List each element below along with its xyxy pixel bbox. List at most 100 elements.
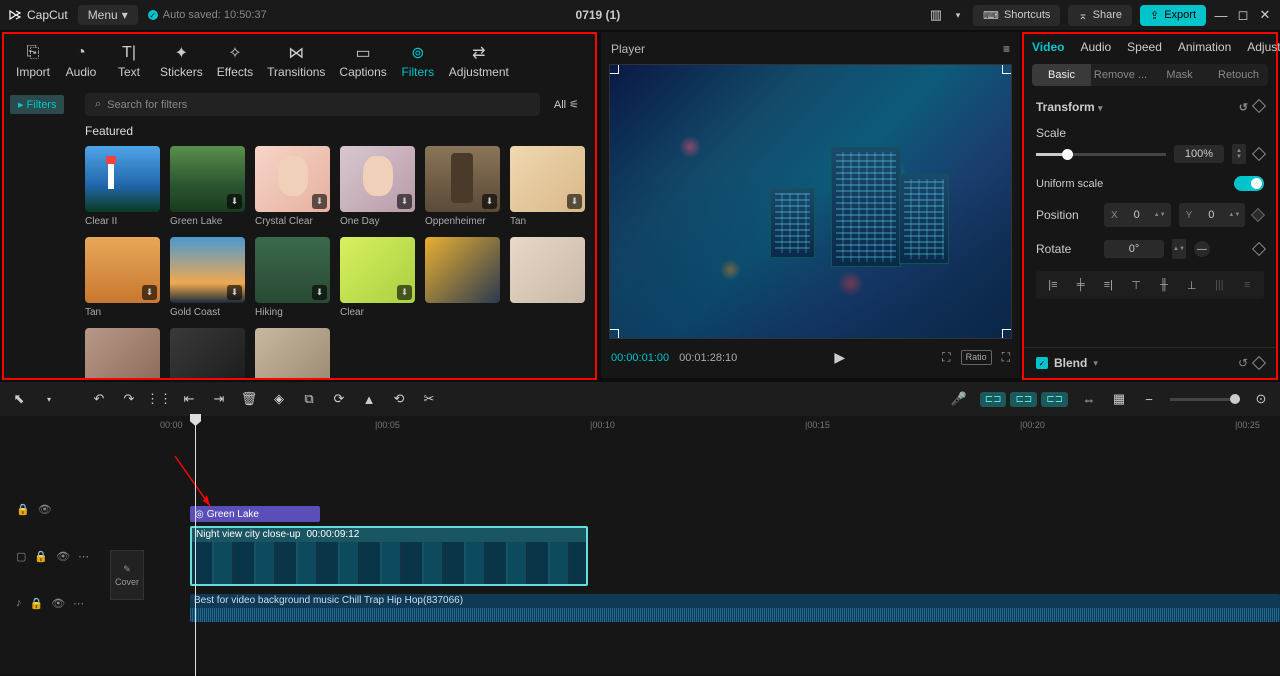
filter-item[interactable]: ⬇One Day (340, 146, 415, 227)
download-icon[interactable]: ⬇ (312, 194, 327, 209)
minimize-icon[interactable]: — (1214, 8, 1228, 22)
prop-tab-animation[interactable]: Animation (1178, 40, 1231, 54)
sub-tab-mask[interactable]: Mask (1150, 64, 1209, 86)
filter-clip[interactable]: ◎ Green Lake (190, 506, 320, 522)
preview-tool[interactable]: ▦ (1110, 390, 1128, 408)
tool-tab-effects[interactable]: ✧Effects (211, 40, 259, 83)
close-icon[interactable]: ✕ (1258, 8, 1272, 22)
filter-item[interactable] (255, 328, 330, 378)
trim-left[interactable]: ⇤ (180, 390, 198, 408)
prop-tab-audio[interactable]: Audio (1080, 40, 1111, 54)
rotate-spinner[interactable]: ▲▼ (1172, 239, 1186, 259)
scan-icon[interactable]: ⛶ (942, 350, 950, 365)
undo-button[interactable]: ↶ (90, 390, 108, 408)
blend-section[interactable]: ✓ Blend ▾ ↺ (1024, 347, 1276, 378)
audio-clip[interactable]: Best for video background music Chill Tr… (190, 594, 1280, 622)
lock-icon[interactable]: 🔒 (16, 503, 30, 516)
filter-item[interactable] (425, 237, 500, 318)
trim-right[interactable]: ⇥ (210, 390, 228, 408)
player-viewport[interactable]: ⌃ (609, 64, 1012, 339)
lock-icon[interactable]: 🔒 (30, 597, 44, 610)
play-button[interactable]: ▶ (747, 349, 932, 366)
rotate-dial[interactable]: — (1194, 241, 1210, 257)
shortcuts-button[interactable]: ⌨ Shortcuts (973, 5, 1060, 26)
menu-button[interactable]: Menu ▾ (78, 5, 138, 25)
filter-item[interactable] (510, 237, 585, 318)
sub-tab-basic[interactable]: Basic (1032, 64, 1091, 86)
video-clip[interactable]: Night view city close-up 00:00:09:12 (190, 526, 588, 586)
expand-icon[interactable]: ⌃ (805, 336, 815, 339)
rotate-keyframe[interactable] (1252, 242, 1266, 256)
scale-keyframe[interactable] (1252, 147, 1266, 161)
zoom-fit[interactable]: ⊙ (1252, 390, 1270, 408)
cover-button[interactable]: ✎ Cover (110, 550, 144, 600)
split-tool[interactable]: ⋮⋮ (150, 390, 168, 408)
download-icon[interactable]: ⬇ (567, 194, 582, 209)
tool-tab-adjustment[interactable]: ⇄Adjustment (443, 40, 515, 83)
scale-slider[interactable] (1036, 153, 1166, 156)
align-left[interactable]: |≡ (1041, 276, 1065, 294)
blend-checkbox[interactable]: ✓ (1036, 357, 1048, 369)
tool-tab-audio[interactable]: ◔Audio (58, 40, 104, 83)
align-top[interactable]: ⊤ (1124, 276, 1148, 294)
align-bottom[interactable]: ⊥ (1180, 276, 1204, 294)
prop-tab-adjust[interactable]: Adjust (1247, 40, 1280, 54)
export-button[interactable]: ⇪ Export (1140, 5, 1206, 26)
position-y-input[interactable]: Y 0 ▲▼ (1179, 203, 1246, 227)
sub-tab-retouch[interactable]: Retouch (1209, 64, 1268, 86)
zoom-slider[interactable] (1170, 398, 1240, 401)
fullscreen-icon[interactable]: ⛶ (1002, 350, 1010, 365)
eye-icon[interactable]: 👁 (51, 597, 65, 610)
filter-item[interactable]: ⬇Gold Coast (170, 237, 245, 318)
filter-item[interactable]: ⬇Hiking (255, 237, 330, 318)
align-distribute-v[interactable]: ≡ (1235, 276, 1259, 294)
align-center-h[interactable]: ╪ (1069, 276, 1093, 294)
download-icon[interactable]: ⬇ (397, 194, 412, 209)
filter-item[interactable]: ⬇Clear (340, 237, 415, 318)
prop-tab-video[interactable]: Video (1032, 40, 1064, 54)
tool-tab-transitions[interactable]: ⋈Transitions (261, 40, 331, 83)
player-menu-icon[interactable]: ≡ (1003, 42, 1010, 56)
pointer-tool[interactable]: ⬉ (10, 390, 28, 408)
tool-tab-captions[interactable]: ▭Captions (333, 40, 392, 83)
download-icon[interactable]: ⬇ (227, 194, 242, 209)
more-icon[interactable]: ⋯ (73, 597, 84, 610)
playhead[interactable] (195, 416, 196, 676)
all-filter-button[interactable]: All ⚟ (548, 98, 585, 111)
download-icon[interactable]: ⬇ (312, 285, 327, 300)
prop-tab-speed[interactable]: Speed (1127, 40, 1162, 54)
eye-icon[interactable]: 👁 (56, 550, 70, 563)
uniform-scale-toggle[interactable] (1234, 176, 1264, 191)
position-link-icon[interactable] (1251, 208, 1265, 222)
tool-tab-filters[interactable]: ⊚Filters (395, 40, 441, 83)
filter-item[interactable]: ⬇Green Lake (170, 146, 245, 227)
download-icon[interactable]: ⬇ (142, 285, 157, 300)
layout-icon[interactable]: ▥ (929, 8, 943, 22)
align-right[interactable]: ≡| (1097, 276, 1121, 294)
filter-item[interactable]: ⬇Tan (85, 237, 160, 318)
tool-tab-import[interactable]: ⎘Import (10, 40, 56, 83)
scale-spinner[interactable]: ▲▼ (1232, 144, 1246, 164)
magnet-2[interactable]: ⊏⊐ (1010, 392, 1037, 407)
download-icon[interactable]: ⬇ (397, 285, 412, 300)
filter-item[interactable]: ⬇Oppenheimer (425, 146, 500, 227)
magnet-3[interactable]: ⊏⊐ (1041, 392, 1068, 407)
scale-value[interactable]: 100% (1174, 145, 1224, 163)
sub-tab-remove[interactable]: Remove ... (1091, 64, 1150, 86)
reverse-tool[interactable]: ⟳ (330, 390, 348, 408)
keyframe-icon[interactable] (1252, 98, 1266, 112)
filter-item[interactable]: ⬇Tan (510, 146, 585, 227)
pointer-chevron[interactable]: ▾ (40, 390, 58, 408)
filter-item[interactable]: Clear II (85, 146, 160, 227)
tool-tab-stickers[interactable]: ✦Stickers (154, 40, 209, 83)
rotate-tool[interactable]: ⟲ (390, 390, 408, 408)
tool-tab-text[interactable]: T|Text (106, 40, 152, 83)
magnet-1[interactable]: ⊏⊐ (980, 392, 1007, 407)
crop-tool[interactable]: ✂ (420, 390, 438, 408)
timeline-ruler[interactable]: 00:00|00:05|00:10|00:15|00:20|00:25 (150, 416, 1280, 436)
eye-icon[interactable]: 👁 (38, 503, 52, 516)
zoom-out[interactable]: − (1140, 390, 1158, 408)
link-tool[interactable]: ⇔ (1080, 390, 1098, 408)
reset-icon[interactable]: ↺ (1239, 101, 1248, 114)
more-icon[interactable]: ⋯ (78, 550, 89, 563)
